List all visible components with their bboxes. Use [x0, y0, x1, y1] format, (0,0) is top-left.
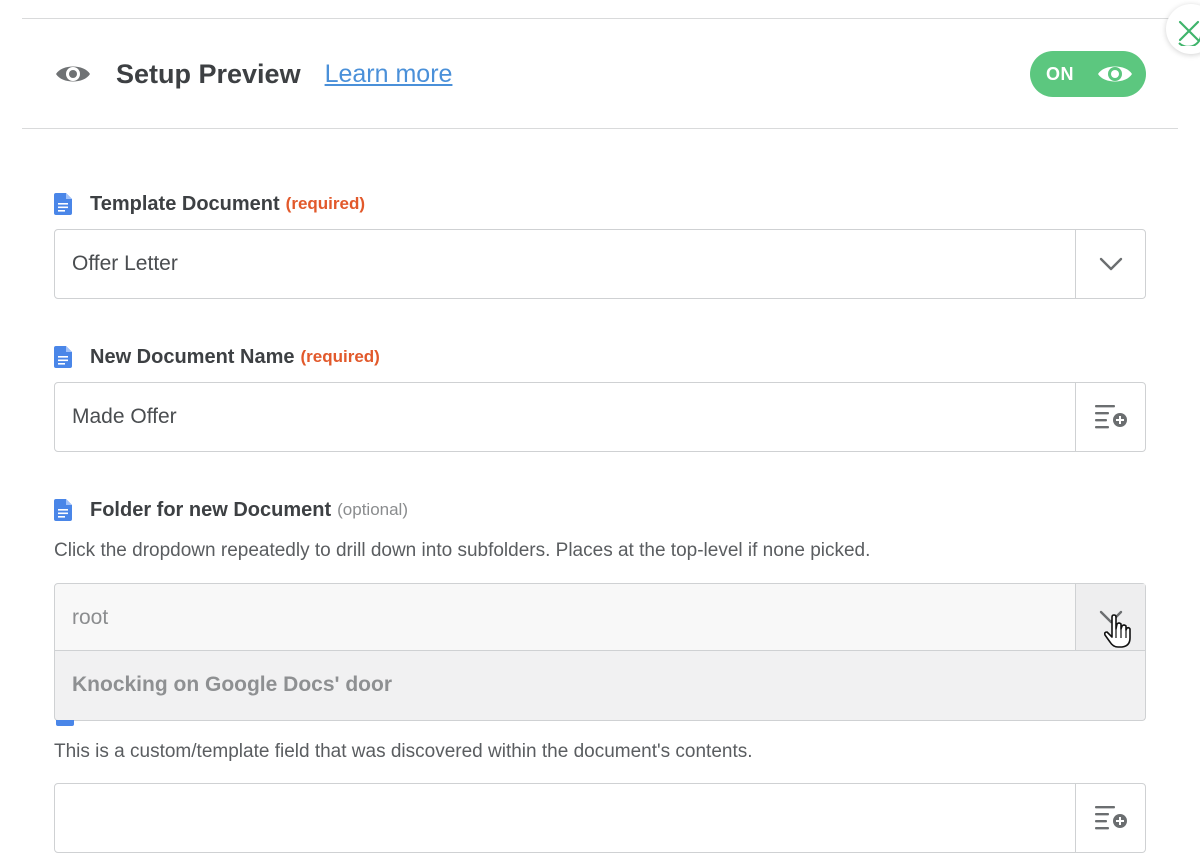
eye-icon: [56, 66, 90, 82]
toggle-label: ON: [1046, 63, 1074, 84]
insert-field-button[interactable]: [1075, 383, 1145, 451]
close-icon[interactable]: [1174, 16, 1200, 46]
preview-toggle[interactable]: ON: [1030, 51, 1146, 97]
folder-select[interactable]: root: [54, 583, 1146, 651]
new-document-name-label-row: New Document Name (required): [54, 344, 380, 370]
insert-field-button[interactable]: [1075, 784, 1145, 852]
dropdown-toggle[interactable]: [1075, 230, 1145, 298]
doc-icon: [56, 720, 74, 726]
pointer-cursor-icon: [1103, 614, 1131, 648]
close-badge[interactable]: [1166, 4, 1200, 54]
field-label: Folder for new Document: [90, 498, 332, 521]
eye-icon: [1098, 66, 1132, 82]
doc-icon: [54, 346, 72, 368]
new-document-name-input[interactable]: Made Offer: [54, 382, 1146, 452]
page-title: Setup Preview: [116, 58, 301, 89]
loading-message: Knocking on Google Docs' door: [72, 673, 392, 696]
required-tag: (required): [300, 347, 380, 366]
optional-tag: (optional): [337, 500, 408, 519]
header-divider: [22, 128, 1178, 129]
select-value: root: [72, 606, 109, 629]
custom-field-help-text: This is a custom/template field that was…: [54, 741, 753, 762]
insert-field-icon: [1094, 405, 1127, 429]
select-value: Offer Letter: [72, 252, 178, 275]
insert-field-icon: [1094, 806, 1127, 830]
field-label: Template Document: [90, 192, 280, 215]
learn-more-link[interactable]: Learn more: [325, 60, 453, 89]
input-value: Made Offer: [72, 405, 177, 428]
top-divider: [22, 18, 1178, 19]
chevron-down-icon: [1099, 257, 1122, 271]
setup-preview-header: Setup Preview Learn more: [54, 52, 452, 96]
doc-icon: [54, 499, 72, 521]
folder-help-text: Click the dropdown repeatedly to drill d…: [54, 540, 871, 561]
custom-field-input[interactable]: [54, 783, 1146, 853]
field-label: New Document Name: [90, 345, 295, 368]
folder-label-row: Folder for new Document (optional): [54, 497, 408, 523]
required-tag: (required): [285, 194, 366, 213]
template-document-label-row: Template Document (required): [54, 191, 365, 217]
template-document-select[interactable]: Offer Letter: [54, 229, 1146, 299]
doc-icon: [54, 193, 72, 215]
folder-dropdown-menu: Knocking on Google Docs' door: [54, 651, 1146, 721]
